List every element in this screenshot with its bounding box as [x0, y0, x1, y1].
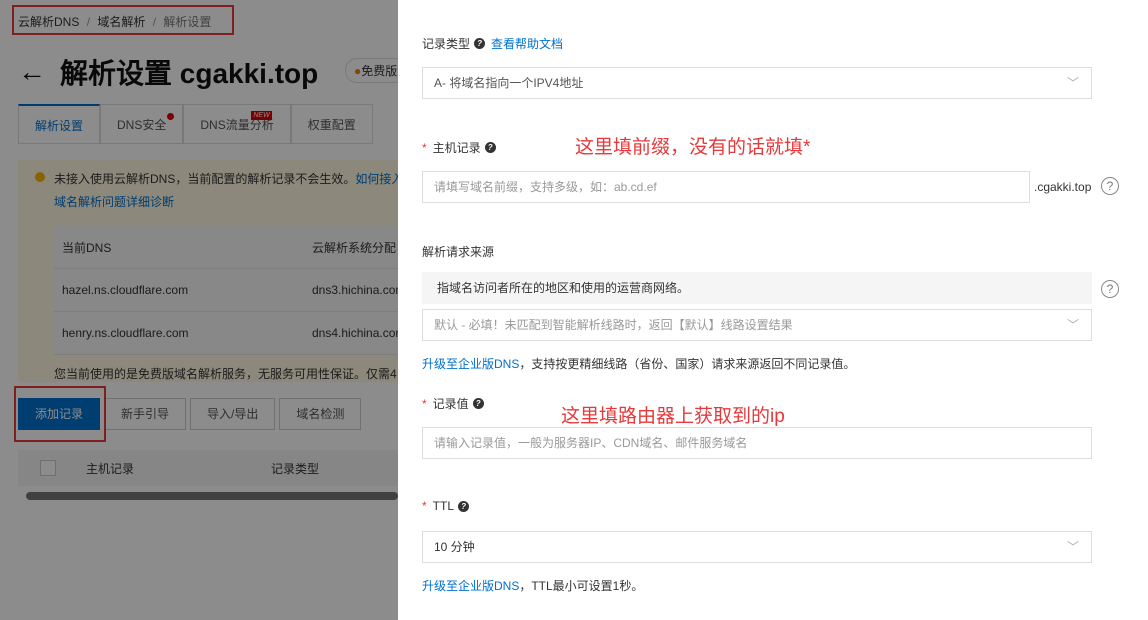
ttl-select[interactable]: 10 分钟 ﹀ — [422, 531, 1092, 563]
source-label: 解析请求来源 — [422, 243, 494, 260]
help-icon[interactable]: ? — [458, 500, 470, 512]
annotation-host: 这里填前缀，没有的话就填* — [575, 137, 811, 158]
domain-suffix: .cgakki.top — [1034, 180, 1092, 194]
question-circle-icon[interactable]: ? — [1101, 280, 1119, 298]
label-text: 解析请求来源 — [422, 245, 495, 259]
help-doc-link[interactable]: 查看帮助文档 — [491, 35, 563, 52]
ttl-label: * TTL? — [422, 499, 470, 513]
placeholder: 请输入记录值，一般为服务器IP、CDN域名、邮件服务域名 — [434, 436, 748, 450]
annotation-value: 这里填路由器上获取到的ip — [561, 406, 785, 427]
help-icon[interactable]: ? — [474, 38, 486, 49]
label-text: 记录值 — [432, 397, 469, 411]
label-text: TTL — [432, 499, 455, 513]
value-label: * 记录值? — [422, 395, 484, 412]
host-label: * 主机记录? — [422, 139, 496, 156]
source-description: 指域名访问者所在的地区和使用的运营商网络。 — [422, 272, 1092, 304]
value-input[interactable]: 请输入记录值，一般为服务器IP、CDN域名、邮件服务域名 — [422, 427, 1092, 459]
upgrade-link[interactable]: 升级至企业版DNS — [422, 579, 519, 593]
help-icon[interactable]: ? — [484, 142, 496, 153]
ttl-hint: 升级至企业版DNS，TTL最小可设置1秒。 — [422, 577, 643, 594]
record-type-label: 记录类型? 查看帮助文档 — [422, 35, 563, 52]
placeholder: 请填写域名前缀，支持多级，如：ab.cd.ef — [434, 180, 657, 194]
select-value: 默认 - 必填！未匹配到智能解析线路时，返回【默认】线路设置结果 — [434, 318, 793, 332]
modal-overlay[interactable] — [0, 0, 398, 620]
hint-text: ，支持按更精细线路（省份、国家）请求来源返回不同记录值。 — [519, 357, 856, 371]
add-record-drawer: 记录类型? 查看帮助文档 A- 将域名指向一个IPV4地址 ﹀ * 主机记录? 这里填… — [398, 0, 1148, 620]
upgrade-link[interactable]: 升级至企业版DNS — [422, 357, 519, 371]
source-select[interactable]: 默认 - 必填！未匹配到智能解析线路时，返回【默认】线路设置结果 ﹀ — [422, 309, 1092, 341]
question-circle-icon[interactable]: ? — [1101, 177, 1119, 195]
select-value: A- 将域名指向一个IPV4地址 — [434, 76, 584, 90]
select-value: 10 分钟 — [434, 540, 475, 554]
record-type-select[interactable]: A- 将域名指向一个IPV4地址 ﹀ — [422, 67, 1092, 99]
label-text: 记录类型 — [422, 37, 471, 51]
source-hint: 升级至企业版DNS，支持按更精细线路（省份、国家）请求来源返回不同记录值。 — [422, 355, 855, 372]
chevron-down-icon: ﹀ — [1066, 76, 1079, 90]
host-input[interactable]: 请填写域名前缀，支持多级，如：ab.cd.ef — [422, 171, 1030, 203]
hint-text: ，TTL最小可设置1秒。 — [519, 579, 644, 593]
chevron-down-icon: ﹀ — [1066, 318, 1079, 332]
chevron-down-icon: ﹀ — [1066, 540, 1079, 554]
help-icon[interactable]: ? — [472, 398, 484, 409]
label-text: 主机记录 — [432, 141, 481, 155]
